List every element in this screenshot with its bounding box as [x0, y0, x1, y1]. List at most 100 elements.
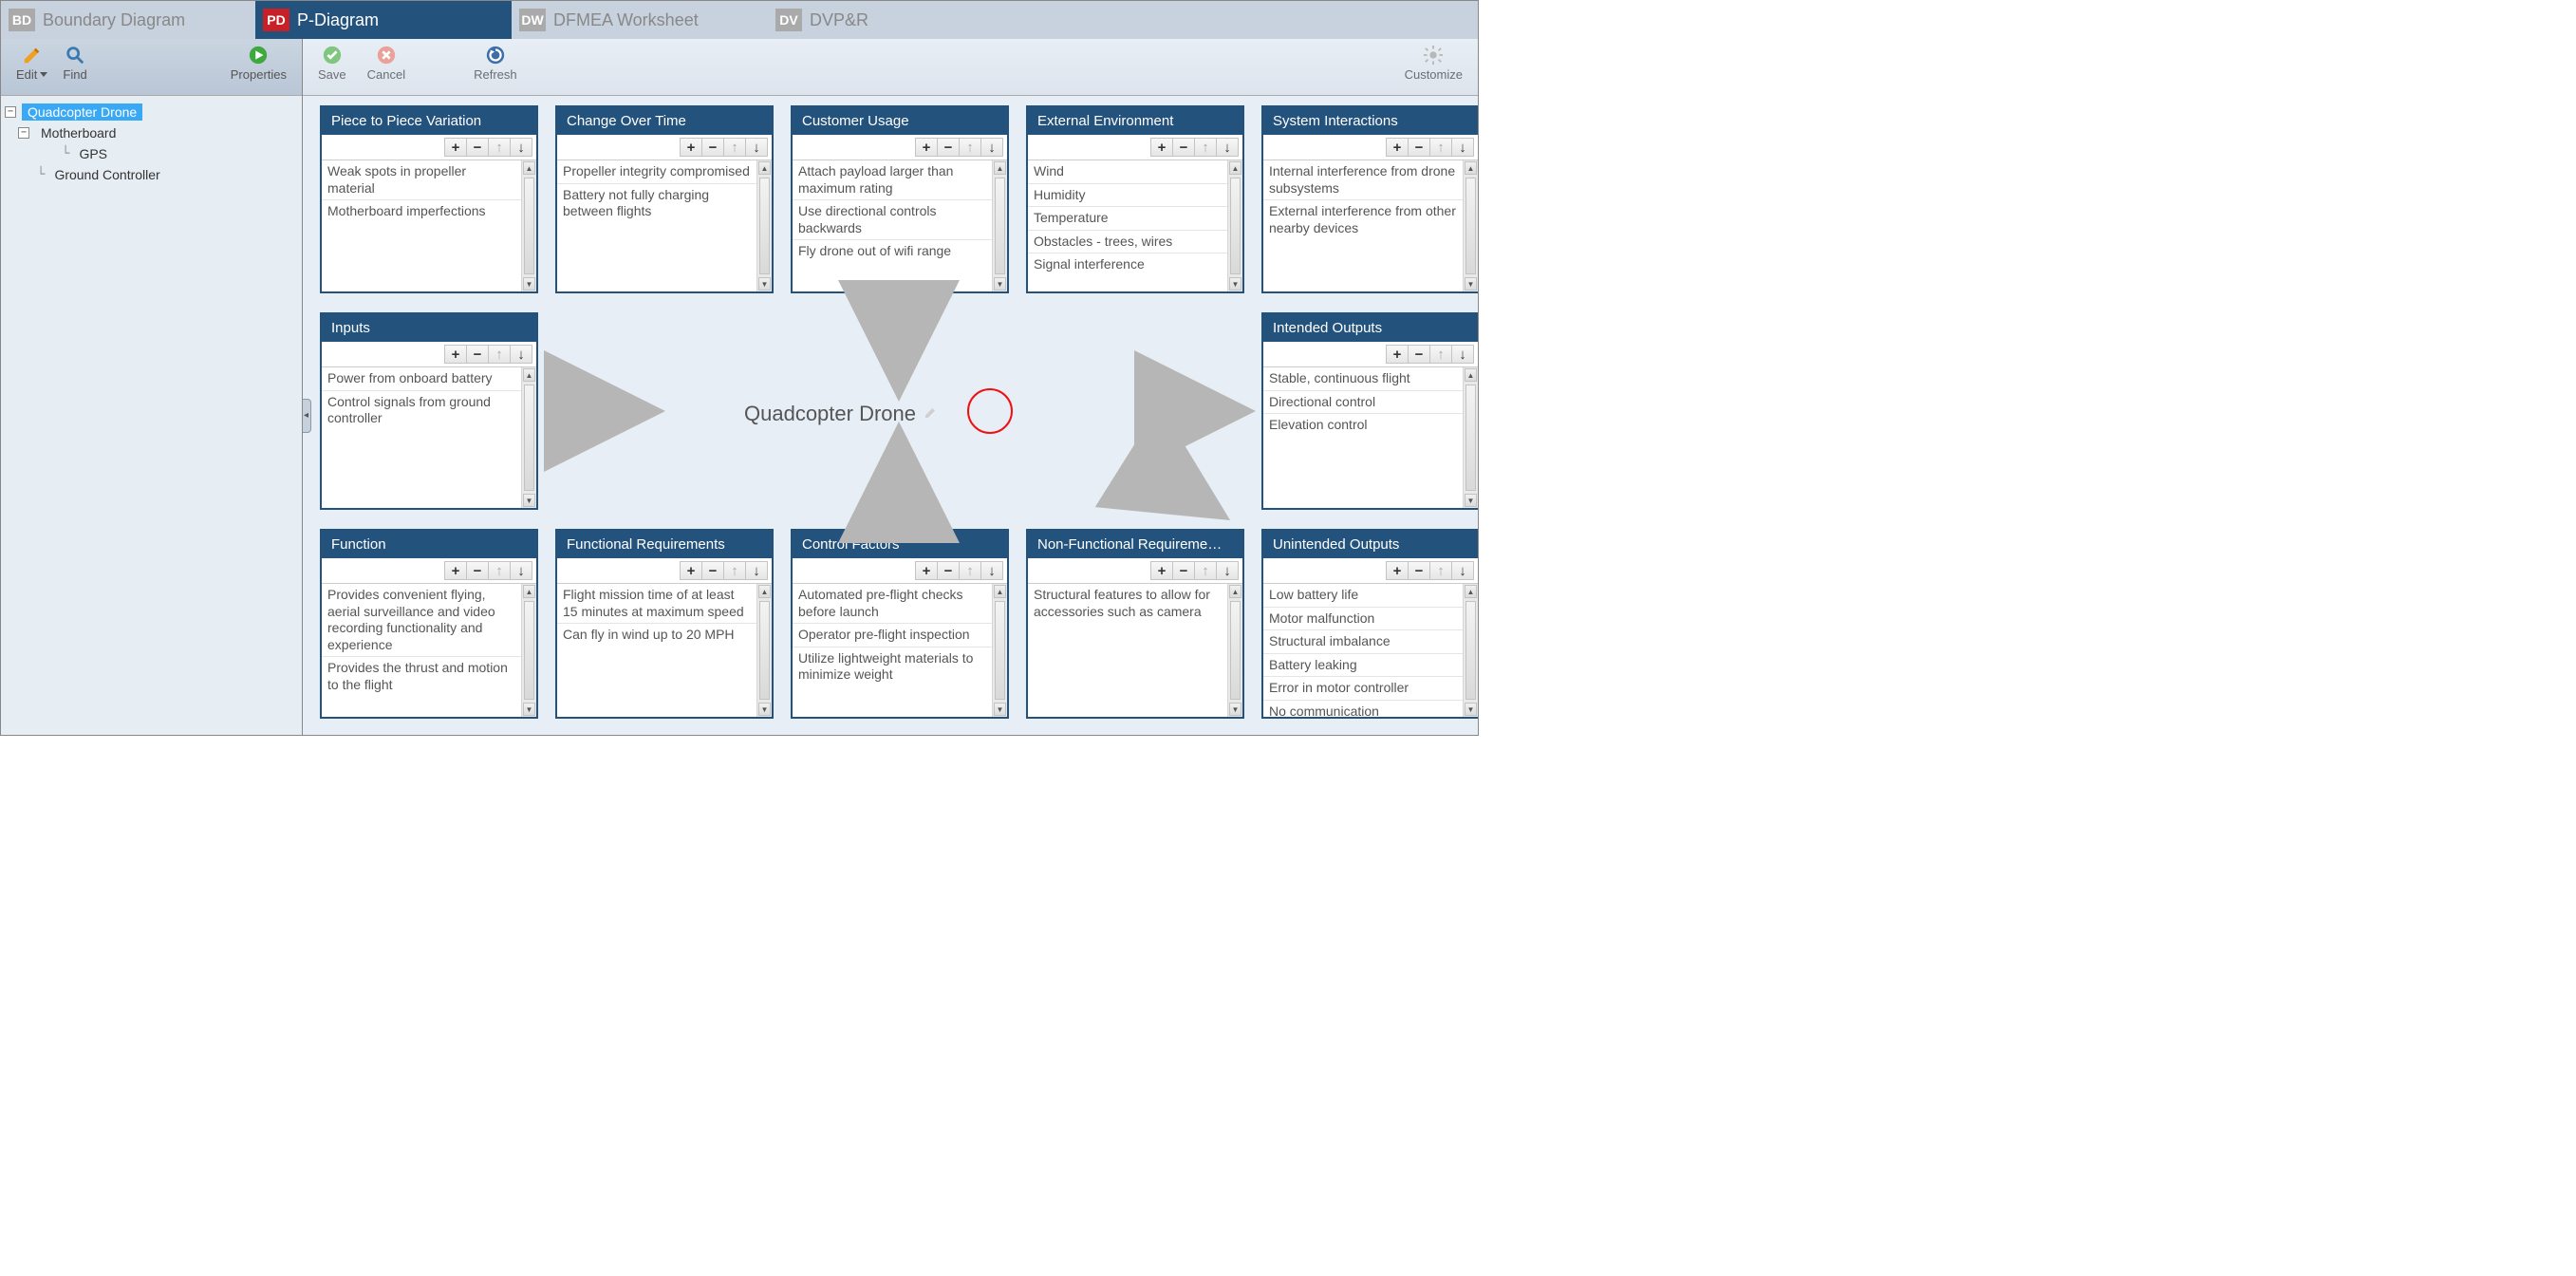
move-down-button[interactable]: ↓	[745, 561, 768, 580]
scroll-down-icon[interactable]: ▼	[1229, 277, 1241, 291]
scroll-down-icon[interactable]: ▼	[1465, 494, 1477, 507]
move-up-button[interactable]: ↑	[1429, 561, 1452, 580]
add-button[interactable]: +	[444, 561, 467, 580]
scroll-down-icon[interactable]: ▼	[1465, 277, 1477, 291]
add-button[interactable]: +	[1386, 138, 1409, 157]
move-down-button[interactable]: ↓	[1216, 561, 1239, 580]
scroll-up-icon[interactable]: ▲	[523, 585, 535, 598]
move-up-button[interactable]: ↑	[959, 138, 981, 157]
card-inputs[interactable]: Inputs+−↑↓Power from onboard batteryCont…	[320, 312, 538, 510]
card-customer-usage[interactable]: Customer Usage+−↑↓Attach payload larger …	[791, 105, 1009, 293]
tree-label[interactable]: Ground Controller	[48, 166, 165, 183]
card-item[interactable]: Automated pre-flight checks before launc…	[793, 584, 992, 623]
tree-label[interactable]: GPS	[73, 145, 113, 162]
scroll-up-icon[interactable]: ▲	[994, 585, 1006, 598]
scrollbar[interactable]: ▲▼	[521, 367, 536, 508]
card-item[interactable]: Control signals from ground controller	[322, 390, 521, 430]
add-button[interactable]: +	[1150, 138, 1173, 157]
scroll-down-icon[interactable]: ▼	[758, 277, 771, 291]
card-list[interactable]: Attach payload larger than maximum ratin…	[793, 160, 992, 291]
scroll-down-icon[interactable]: ▼	[1229, 703, 1241, 716]
card-list[interactable]: Propeller integrity compromisedBattery n…	[557, 160, 756, 291]
card-list[interactable]: Low battery lifeMotor malfunctionStructu…	[1263, 584, 1463, 717]
card-list[interactable]: Flight mission time of at least 15 minut…	[557, 584, 756, 717]
tree-row-ground-controller[interactable]: └ Ground Controller	[5, 164, 298, 185]
scroll-down-icon[interactable]: ▼	[523, 703, 535, 716]
card-control-factors[interactable]: Control Factors+−↑↓Automated pre-flight …	[791, 529, 1009, 719]
scroll-down-icon[interactable]: ▼	[523, 494, 535, 507]
tree-label[interactable]: Quadcopter Drone	[22, 103, 142, 121]
scroll-up-icon[interactable]: ▲	[758, 585, 771, 598]
customize-button[interactable]: Customize	[1399, 45, 1468, 82]
card-list[interactable]: Internal interference from drone subsyst…	[1263, 160, 1463, 291]
scroll-thumb[interactable]	[759, 178, 770, 274]
card-non-functional-requirements[interactable]: Non-Functional Requireme…+−↑↓Structural …	[1026, 529, 1244, 719]
card-item[interactable]: Provides convenient flying, aerial surve…	[322, 584, 521, 656]
add-button[interactable]: +	[444, 345, 467, 364]
card-item[interactable]: Flight mission time of at least 15 minut…	[557, 584, 756, 623]
scroll-down-icon[interactable]: ▼	[994, 277, 1006, 291]
add-button[interactable]: +	[680, 138, 702, 157]
remove-button[interactable]: −	[701, 561, 724, 580]
card-item[interactable]: Structural imbalance	[1263, 629, 1463, 653]
move-up-button[interactable]: ↑	[1429, 345, 1452, 364]
card-item[interactable]: Stable, continuous flight	[1263, 367, 1463, 390]
remove-button[interactable]: −	[466, 345, 489, 364]
move-down-button[interactable]: ↓	[510, 561, 532, 580]
card-item[interactable]: Elevation control	[1263, 413, 1463, 437]
card-item[interactable]: External interference from other nearby …	[1263, 199, 1463, 239]
remove-button[interactable]: −	[937, 138, 960, 157]
scrollbar[interactable]: ▲▼	[756, 160, 772, 291]
scroll-thumb[interactable]	[524, 178, 534, 274]
scroll-up-icon[interactable]: ▲	[1465, 368, 1477, 382]
scrollbar[interactable]: ▲▼	[1463, 367, 1478, 508]
scroll-thumb[interactable]	[524, 385, 534, 491]
tab-p-diagram[interactable]: PD P-Diagram	[255, 1, 512, 39]
remove-button[interactable]: −	[937, 561, 960, 580]
card-item[interactable]: Error in motor controller	[1263, 676, 1463, 700]
tree-row-root[interactable]: − Quadcopter Drone	[5, 102, 298, 122]
scroll-down-icon[interactable]: ▼	[994, 703, 1006, 716]
remove-button[interactable]: −	[1172, 561, 1195, 580]
scrollbar[interactable]: ▲▼	[992, 160, 1007, 291]
move-down-button[interactable]: ↓	[745, 138, 768, 157]
card-item[interactable]: Power from onboard battery	[322, 367, 521, 390]
cancel-button[interactable]: Cancel	[362, 45, 411, 82]
card-item[interactable]: Wind	[1028, 160, 1227, 183]
move-down-button[interactable]: ↓	[980, 561, 1003, 580]
scrollbar[interactable]: ▲▼	[1227, 584, 1242, 717]
move-down-button[interactable]: ↓	[1451, 138, 1474, 157]
card-change-over-time[interactable]: Change Over Time+−↑↓Propeller integrity …	[555, 105, 774, 293]
card-item[interactable]: Humidity	[1028, 183, 1227, 207]
scroll-thumb[interactable]	[995, 178, 1005, 274]
scroll-thumb[interactable]	[1465, 385, 1476, 491]
move-up-button[interactable]: ↑	[488, 138, 511, 157]
card-item[interactable]: Weak spots in propeller material	[322, 160, 521, 199]
move-up-button[interactable]: ↑	[1429, 138, 1452, 157]
scroll-thumb[interactable]	[1230, 601, 1241, 700]
move-up-button[interactable]: ↑	[723, 138, 746, 157]
card-intended-outputs[interactable]: Intended Outputs+−↑↓Stable, continuous f…	[1261, 312, 1478, 510]
card-item[interactable]: Temperature	[1028, 206, 1227, 230]
tab-dvpr[interactable]: DV DVP&R	[768, 1, 1024, 39]
scrollbar[interactable]: ▲▼	[756, 584, 772, 717]
refresh-button[interactable]: Refresh	[468, 45, 523, 82]
add-button[interactable]: +	[1150, 561, 1173, 580]
scrollbar[interactable]: ▲▼	[1463, 584, 1478, 717]
diagram-canvas[interactable]: ◂ Piece to Piece Variation+−↑↓Weak spots…	[303, 96, 1478, 735]
scroll-thumb[interactable]	[524, 601, 534, 700]
splitter-handle[interactable]: ◂	[303, 399, 311, 433]
scrollbar[interactable]: ▲▼	[992, 584, 1007, 717]
scroll-up-icon[interactable]: ▲	[1465, 161, 1477, 175]
remove-button[interactable]: −	[701, 138, 724, 157]
tree-row-motherboard[interactable]: − Motherboard	[5, 122, 298, 143]
remove-button[interactable]: −	[466, 561, 489, 580]
card-item[interactable]: Signal interference	[1028, 253, 1227, 276]
move-up-button[interactable]: ↑	[488, 345, 511, 364]
card-list[interactable]: Stable, continuous flightDirectional con…	[1263, 367, 1463, 508]
scroll-thumb[interactable]	[1230, 178, 1241, 274]
card-item[interactable]: Obstacles - trees, wires	[1028, 230, 1227, 253]
card-item[interactable]: Low battery life	[1263, 584, 1463, 607]
collapse-icon[interactable]: −	[18, 127, 29, 139]
card-piece-variation[interactable]: Piece to Piece Variation+−↑↓Weak spots i…	[320, 105, 538, 293]
